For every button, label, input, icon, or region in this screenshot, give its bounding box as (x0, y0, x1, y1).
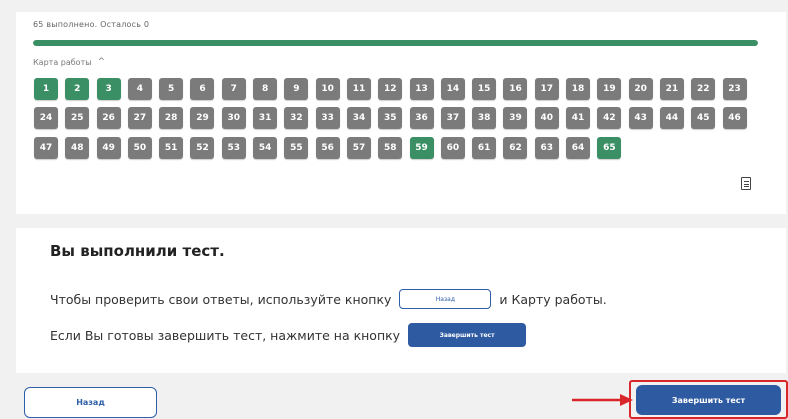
question-cell[interactable]: 10 (315, 78, 340, 100)
work-map-toggle-label: Карта работы (33, 57, 92, 67)
progress-bar-fill (33, 40, 758, 46)
question-cell[interactable]: 45 (691, 107, 716, 130)
question-cell[interactable]: 15 (472, 78, 497, 100)
question-cell[interactable]: 23 (722, 78, 747, 100)
question-cell[interactable]: 46 (722, 107, 747, 130)
instruction-text-finish: Если Вы готовы завершить тест, нажмите н… (50, 327, 401, 343)
question-cell[interactable]: 36 (409, 107, 434, 130)
question-cell[interactable]: 63 (534, 136, 559, 159)
question-cell[interactable]: 35 (378, 107, 403, 130)
instruction-line-finish: Если Вы готовы завершить тест, нажмите н… (50, 323, 527, 347)
question-cell[interactable]: 17 (534, 78, 559, 100)
question-cell[interactable]: 48 (65, 136, 90, 159)
question-cell[interactable]: 14 (440, 78, 465, 100)
question-cell[interactable]: 2 (65, 78, 90, 100)
question-cell[interactable]: 29 (190, 107, 215, 130)
question-cell[interactable]: 47 (34, 136, 58, 159)
question-cell[interactable]: 21 (659, 78, 684, 100)
question-cell[interactable]: 55 (284, 136, 309, 159)
completion-title: Вы выполнили тест. (50, 242, 225, 260)
inline-finish-button[interactable]: Завершить тест (408, 323, 527, 347)
question-cell[interactable]: 50 (127, 136, 152, 159)
inline-back-button[interactable]: Назад (399, 289, 492, 309)
question-cell[interactable]: 38 (472, 107, 497, 130)
question-cell[interactable]: 24 (34, 107, 58, 130)
instruction-text-review-before: Чтобы проверить свои ответы, используйте… (50, 291, 392, 307)
question-cell[interactable]: 54 (253, 136, 278, 159)
question-cell[interactable]: 49 (96, 136, 121, 159)
question-cell[interactable]: 34 (346, 107, 371, 130)
question-cell[interactable]: 40 (534, 107, 559, 130)
question-cell[interactable]: 31 (253, 107, 278, 130)
question-cell[interactable]: 25 (65, 107, 90, 130)
question-cell[interactable]: 18 (566, 78, 591, 100)
question-cell[interactable]: 4 (127, 78, 152, 100)
question-cell[interactable]: 28 (159, 107, 184, 130)
question-cell[interactable]: 33 (315, 107, 340, 130)
question-cell[interactable]: 61 (472, 136, 497, 159)
question-cell[interactable]: 5 (159, 78, 184, 100)
question-cell[interactable]: 32 (284, 107, 309, 130)
finish-test-button[interactable]: Завершить тест (636, 385, 781, 415)
question-cell[interactable]: 59 (409, 136, 434, 159)
question-cell[interactable]: 9 (284, 78, 309, 100)
question-cell[interactable]: 26 (96, 107, 121, 130)
progress-text: 65 выполнено. Осталось 0 (33, 20, 150, 29)
question-cell[interactable]: 8 (253, 78, 278, 100)
question-cell[interactable]: 37 (440, 107, 465, 130)
question-cell[interactable]: 11 (346, 78, 371, 100)
question-cell[interactable]: 1 (34, 78, 58, 100)
question-cell[interactable]: 39 (503, 107, 528, 130)
question-cell[interactable]: 20 (628, 78, 653, 100)
question-cell[interactable]: 16 (503, 78, 528, 100)
instruction-line-review: Чтобы проверить свои ответы, используйте… (50, 289, 607, 309)
question-cell[interactable]: 12 (378, 78, 403, 100)
question-cell[interactable]: 7 (221, 78, 246, 100)
chevron-up-icon: ^ (97, 57, 106, 67)
document-icon[interactable] (741, 177, 751, 190)
question-cell[interactable]: 65 (597, 136, 622, 159)
question-cell[interactable]: 51 (159, 136, 184, 159)
progress-bar (33, 40, 758, 46)
question-cell[interactable]: 53 (221, 136, 246, 159)
question-cell[interactable]: 27 (127, 107, 152, 130)
question-cell[interactable]: 52 (190, 136, 215, 159)
red-arrow-icon (572, 394, 633, 406)
question-cell[interactable]: 62 (503, 136, 528, 159)
question-cell[interactable]: 22 (691, 78, 716, 100)
question-cell[interactable]: 30 (221, 107, 246, 130)
work-map-toggle[interactable]: Карта работы ^ (33, 57, 105, 67)
question-cell[interactable]: 6 (190, 78, 215, 100)
question-cell[interactable]: 19 (597, 78, 622, 100)
question-cell[interactable]: 58 (378, 136, 403, 159)
question-cell[interactable]: 43 (628, 107, 653, 130)
question-cell[interactable]: 60 (440, 136, 465, 159)
back-button[interactable]: Назад (24, 387, 157, 418)
instruction-text-review-after: и Карту работы. (499, 291, 607, 307)
question-cell[interactable]: 42 (597, 107, 622, 130)
question-cell[interactable]: 13 (409, 78, 434, 100)
question-cell[interactable]: 3 (96, 78, 121, 100)
question-cell[interactable]: 41 (566, 107, 591, 130)
question-cell[interactable]: 57 (346, 136, 371, 159)
question-cell[interactable]: 64 (566, 136, 591, 159)
question-cell[interactable]: 56 (315, 136, 340, 159)
question-map-grid: 1 2 3 4 5 6 7 8 9 10 11 12 13 14 15 16 17 18 19 20 21 22 23 24 2… (34, 78, 754, 159)
question-cell[interactable]: 44 (659, 107, 684, 130)
